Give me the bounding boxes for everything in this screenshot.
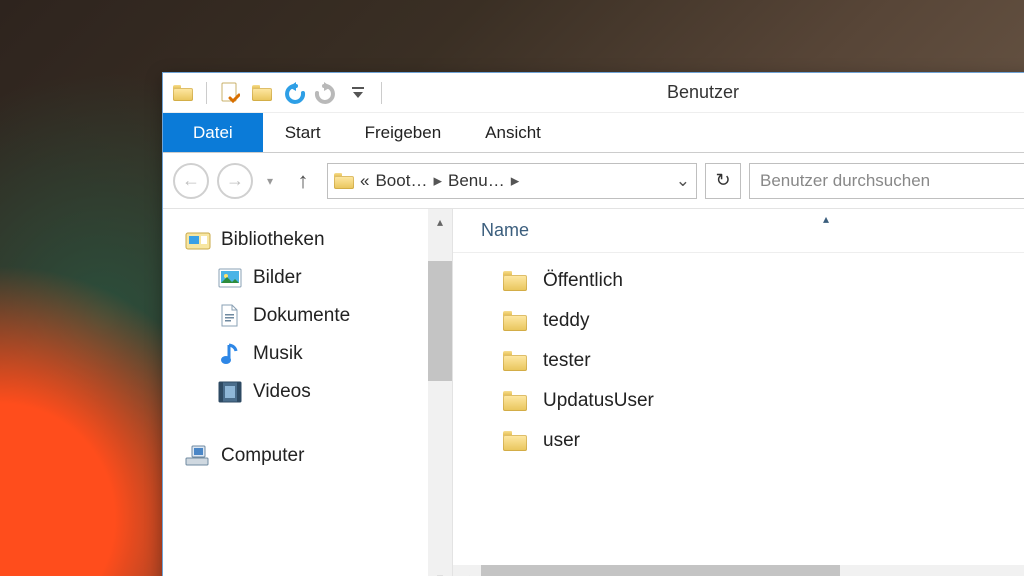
list-item[interactable]: user [503,421,1024,461]
nav-back-button[interactable]: ← [173,163,209,199]
refresh-icon: ↻ [715,170,730,191]
address-segment[interactable]: Boot… [375,171,427,191]
tree-label: Bibliotheken [221,229,325,251]
undo-icon [282,82,306,104]
qat-redo-button[interactable] [312,79,340,107]
tree-label: Musik [253,343,303,365]
folder-icon [503,431,527,451]
list-item[interactable]: Öffentlich [503,261,1024,301]
content-pane: Name ▴ Öffentlich teddy tester [453,209,1024,576]
qat-properties-button[interactable] [216,79,244,107]
nav-up-button[interactable]: ↑ [287,165,319,197]
tree-videos[interactable]: Videos [183,373,452,411]
desktop-wallpaper: Benutzer Datei Start Freigeben Ansicht ←… [0,0,1024,576]
tree-pictures[interactable]: Bilder [183,259,452,297]
nav-history-dropdown[interactable]: ▾ [261,174,279,188]
address-bar[interactable]: « Boot… ▸ Benu… ▸ ⌄ [327,163,697,199]
folder-icon [503,271,527,291]
list-item[interactable]: teddy [503,301,1024,341]
item-name: tester [543,350,591,372]
navigation-pane[interactable]: Bibliotheken Bilder [163,209,453,576]
item-name: Öffentlich [543,270,623,292]
qat-new-folder-button[interactable] [248,79,276,107]
tree-documents[interactable]: Dokumente [183,297,452,335]
folder-icon [334,173,354,189]
nav-forward-button[interactable]: → [217,163,253,199]
tree-music[interactable]: Musik [183,335,452,373]
tree-label: Dokumente [253,305,350,327]
tree-computer[interactable]: Computer [183,437,452,475]
ribbon-tab-share[interactable]: Freigeben [343,113,464,152]
music-icon [217,342,243,366]
sort-indicator-icon: ▴ [823,212,829,226]
scrollbar-track[interactable] [481,565,1024,576]
chevron-right-icon[interactable]: ▸ [511,171,520,191]
scroll-up-icon[interactable]: ▴ [428,209,452,235]
folder-icon [503,391,527,411]
tree-libraries[interactable]: Bibliotheken [183,221,452,259]
tree-label: Bilder [253,267,302,289]
column-name-header[interactable]: Name [481,220,529,241]
tree-label: Videos [253,381,311,403]
document-check-icon [220,82,240,104]
separator [206,82,207,104]
tree-scrollbar[interactable]: ▴ ▾ [428,209,452,576]
ribbon-tabs: Datei Start Freigeben Ansicht [163,113,1024,153]
search-input[interactable]: Benutzer durchsuchen [749,163,1024,199]
chevron-right-icon[interactable]: ▸ [433,171,442,191]
arrow-left-icon: ← [182,170,200,191]
content-horizontal-scrollbar[interactable]: ◂ ▸ [453,565,1024,576]
column-headers[interactable]: Name ▴ [453,209,1024,253]
nav-row: ← → ▾ ↑ « Boot… ▸ Benu… ▸ ⌄ ↻ [163,153,1024,209]
arrow-right-icon: → [226,170,244,191]
videos-icon [217,380,243,404]
address-prefix: « [360,171,369,191]
scrollbar-thumb[interactable] [481,565,840,576]
documents-icon [217,304,243,328]
computer-icon [185,444,211,468]
file-list[interactable]: Öffentlich teddy tester UpdatusUser [453,253,1024,565]
refresh-button[interactable]: ↻ [705,163,741,199]
arrow-up-icon: ↑ [298,168,309,194]
titlebar[interactable]: Benutzer [163,73,1024,113]
scroll-left-icon[interactable]: ◂ [453,565,481,576]
ribbon-tab-view[interactable]: Ansicht [463,113,563,152]
folder-icon [503,351,527,371]
ribbon-tab-file[interactable]: Datei [163,113,263,152]
customize-qat-icon [351,86,365,100]
list-item[interactable]: tester [503,341,1024,381]
qat-undo-button[interactable] [280,79,308,107]
address-dropdown-button[interactable]: ⌄ [676,171,690,191]
item-name: UpdatusUser [543,390,654,412]
explorer-body: Bibliotheken Bilder [163,209,1024,576]
app-folder-icon [169,79,197,107]
libraries-icon [185,228,211,252]
scroll-down-icon[interactable]: ▾ [428,565,452,576]
ribbon-tab-home[interactable]: Start [263,113,343,152]
separator [381,82,382,104]
chevron-down-icon: ▾ [267,174,273,188]
explorer-window: Benutzer Datei Start Freigeben Ansicht ←… [162,72,1024,576]
qat-customize-button[interactable] [344,79,372,107]
window-title: Benutzer [391,82,1015,103]
item-name: teddy [543,310,589,332]
tree-label: Computer [221,445,304,467]
folder-icon [503,311,527,331]
address-segment[interactable]: Benu… [448,171,505,191]
list-item[interactable]: UpdatusUser [503,381,1024,421]
item-name: user [543,430,580,452]
redo-icon [314,82,338,104]
pictures-icon [217,266,243,290]
search-placeholder: Benutzer durchsuchen [760,171,930,191]
scrollbar-thumb[interactable] [428,261,452,381]
